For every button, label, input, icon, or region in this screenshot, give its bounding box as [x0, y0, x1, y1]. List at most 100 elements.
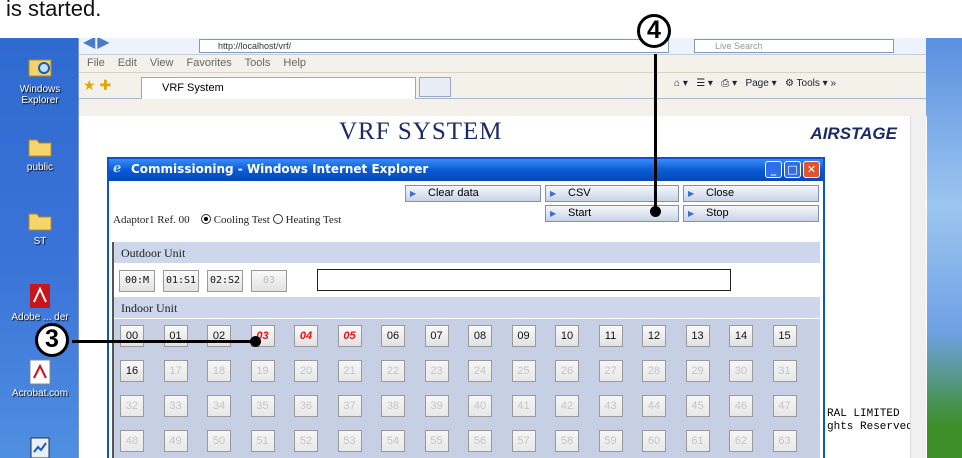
indoor-unit-button[interactable]: 22	[381, 360, 405, 382]
indoor-unit-button[interactable]: 55	[424, 430, 449, 452]
favorites-star-icon[interactable]: ★ ✚	[83, 77, 111, 94]
indoor-unit-button[interactable]: 23	[424, 360, 449, 382]
indoor-unit-button[interactable]: 56	[468, 430, 492, 452]
indoor-unit-button[interactable]: 24	[468, 360, 492, 382]
indoor-unit-button[interactable]: 17	[163, 360, 188, 382]
indoor-unit-button[interactable]: 37	[337, 395, 362, 417]
indoor-unit-button[interactable]: 31	[772, 360, 797, 382]
desktop-icon-acrobat[interactable]: Acrobat.com	[2, 358, 78, 399]
home-icon[interactable]: ⌂ ▾	[674, 78, 688, 89]
outdoor-unit-button[interactable]: 01:S1	[163, 270, 199, 292]
indoor-unit-button[interactable]: 01	[163, 325, 188, 347]
indoor-unit-button[interactable]: 00	[120, 325, 144, 347]
indoor-unit-button[interactable]: 30	[729, 360, 753, 382]
maximize-button[interactable]: □	[784, 161, 801, 178]
clear-data-button[interactable]: Clear data	[405, 185, 541, 202]
indoor-unit-button[interactable]: 62	[729, 430, 753, 452]
minimize-button[interactable]: _	[765, 161, 782, 178]
indoor-unit-button[interactable]: 61	[685, 430, 710, 452]
desktop-icon-adobe-reader[interactable]: Adobe ... der	[2, 282, 78, 323]
indoor-unit-button[interactable]: 47	[772, 395, 797, 417]
indoor-unit-button[interactable]: 33	[163, 395, 188, 417]
indoor-unit-button[interactable]: 36	[294, 395, 318, 417]
menu-file[interactable]: File	[87, 57, 105, 69]
indoor-unit-button[interactable]: 57	[511, 430, 536, 452]
indoor-unit-button[interactable]: 34	[207, 395, 231, 417]
indoor-unit-button[interactable]: 40	[468, 395, 492, 417]
menu-view[interactable]: View	[150, 57, 174, 69]
menu-tools[interactable]: Tools	[245, 57, 271, 69]
address-input[interactable]: http://localhost/vrf/	[199, 39, 669, 53]
feeds-icon[interactable]: ☰ ▾	[696, 78, 713, 89]
indoor-unit-button[interactable]: 20	[294, 360, 318, 382]
outdoor-unit-button[interactable]: 02:S2	[207, 270, 243, 292]
indoor-unit-button[interactable]: 50	[207, 430, 231, 452]
popup-title-bar[interactable]: ℯ Commissioning - Windows Internet Explo…	[109, 159, 823, 181]
indoor-unit-button[interactable]: 39	[424, 395, 449, 417]
indoor-unit-button[interactable]: 14	[729, 325, 753, 347]
indoor-unit-button[interactable]: 46	[729, 395, 753, 417]
desktop-icon-app[interactable]	[2, 434, 78, 458]
indoor-unit-button[interactable]: 51	[250, 430, 275, 452]
tab-vrf-system[interactable]: VRF System	[141, 77, 416, 99]
menu-help[interactable]: Help	[283, 57, 306, 69]
indoor-unit-button[interactable]: 27	[598, 360, 623, 382]
indoor-unit-button[interactable]: 16	[120, 360, 144, 382]
indoor-unit-button[interactable]: 18	[207, 360, 231, 382]
indoor-unit-button[interactable]: 06	[381, 325, 405, 347]
indoor-unit-button[interactable]: 28	[642, 360, 666, 382]
indoor-unit-button[interactable]: 43	[598, 395, 623, 417]
indoor-unit-button[interactable]: 29	[685, 360, 710, 382]
indoor-unit-button[interactable]: 15	[772, 325, 797, 347]
back-forward-icon[interactable]: ◀▶	[83, 38, 112, 52]
indoor-unit-button[interactable]: 59	[598, 430, 623, 452]
desktop-icon-windows-explorer[interactable]: Windows Explorer	[2, 54, 78, 106]
indoor-unit-button[interactable]: 25	[511, 360, 536, 382]
new-tab-button[interactable]	[419, 77, 451, 97]
indoor-unit-button[interactable]: 05	[337, 325, 362, 347]
indoor-unit-button[interactable]: 54	[381, 430, 405, 452]
indoor-unit-button[interactable]: 13	[685, 325, 710, 347]
indoor-unit-button[interactable]: 26	[555, 360, 579, 382]
indoor-unit-button[interactable]: 21	[337, 360, 362, 382]
indoor-unit-button[interactable]: 08	[468, 325, 492, 347]
indoor-unit-button[interactable]: 63	[772, 430, 797, 452]
indoor-unit-button[interactable]: 09	[511, 325, 536, 347]
csv-button[interactable]: CSV	[545, 185, 679, 202]
print-icon[interactable]: ⎙ ▾	[721, 78, 737, 89]
stop-button[interactable]: Stop	[683, 205, 819, 222]
heating-test-radio[interactable]: Heating Test	[272, 214, 341, 226]
indoor-unit-button[interactable]: 52	[294, 430, 318, 452]
indoor-unit-button[interactable]: 45	[685, 395, 710, 417]
indoor-unit-button[interactable]: 42	[555, 395, 579, 417]
desktop-icon-public[interactable]: public	[2, 132, 78, 173]
indoor-unit-button[interactable]: 60	[642, 430, 666, 452]
close-button[interactable]: Close	[683, 185, 819, 202]
outdoor-unit-button[interactable]: 00:M	[119, 270, 155, 292]
indoor-unit-button[interactable]: 19	[250, 360, 275, 382]
indoor-unit-button[interactable]: 53	[337, 430, 362, 452]
search-input[interactable]: Live Search	[694, 39, 894, 53]
indoor-unit-button[interactable]: 58	[555, 430, 579, 452]
indoor-unit-button[interactable]: 02	[207, 325, 231, 347]
menu-edit[interactable]: Edit	[118, 57, 137, 69]
indoor-unit-button[interactable]: 35	[250, 395, 275, 417]
indoor-unit-button[interactable]: 44	[642, 395, 666, 417]
indoor-unit-button[interactable]: 12	[642, 325, 666, 347]
indoor-unit-button[interactable]: 41	[511, 395, 536, 417]
indoor-unit-button[interactable]: 48	[120, 430, 144, 452]
close-window-button[interactable]: ✕	[803, 161, 820, 178]
tools-menu[interactable]: Tools	[797, 78, 820, 89]
vertical-scrollbar[interactable]	[910, 116, 926, 458]
indoor-unit-button[interactable]: 11	[598, 325, 623, 347]
indoor-unit-button[interactable]: 04	[294, 325, 318, 347]
menu-favorites[interactable]: Favorites	[187, 57, 232, 69]
outdoor-unit-button[interactable]: 03	[251, 270, 287, 292]
desktop-icon-st[interactable]: ST	[2, 206, 78, 247]
indoor-unit-button[interactable]: 38	[381, 395, 405, 417]
indoor-unit-button[interactable]: 32	[120, 395, 144, 417]
indoor-unit-button[interactable]: 10	[555, 325, 579, 347]
indoor-unit-button[interactable]: 49	[163, 430, 188, 452]
indoor-unit-button[interactable]: 07	[424, 325, 449, 347]
page-menu[interactable]: Page	[745, 78, 768, 89]
